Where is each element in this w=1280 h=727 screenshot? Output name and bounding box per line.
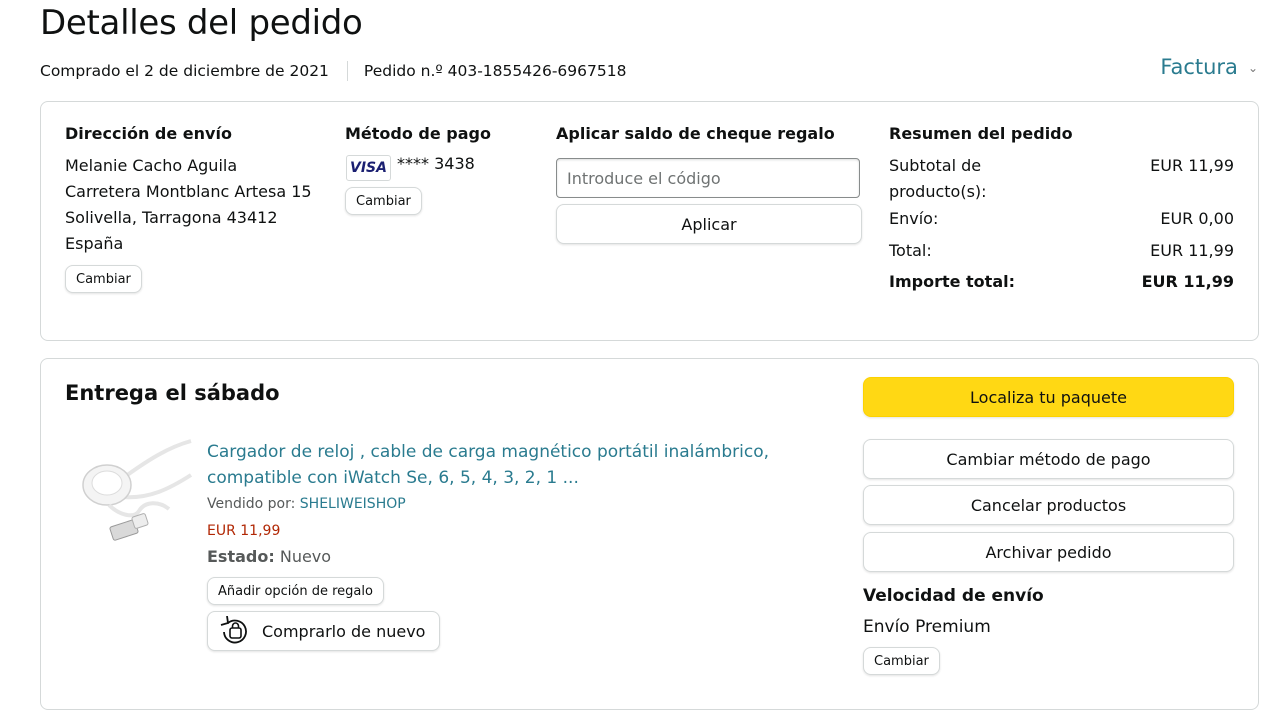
change-shipping-speed-button[interactable]: Cambiar [863, 647, 940, 675]
product-price: EUR 11,99 [207, 523, 281, 539]
purchase-date: Comprado el 2 de diciembre de 2021 [40, 62, 329, 80]
shipping-heading: Dirección de envío [65, 124, 232, 143]
archive-order-button[interactable]: Archivar pedido [863, 532, 1234, 572]
page-title: Detalles del pedido [40, 3, 363, 43]
shipping-cost-label: Envío: [889, 209, 939, 228]
summary-heading: Resumen del pedido [889, 124, 1073, 143]
change-payment-button[interactable]: Cambiar [345, 187, 422, 215]
payment-heading: Método de pago [345, 124, 491, 143]
invoice-dropdown[interactable]: Factura ⌄ [1160, 55, 1258, 79]
delivery-title: Entrega el sábado [65, 381, 280, 405]
summary-total-row: Total: EUR 11,99 [889, 238, 1234, 264]
shipping-cost-value: EUR 0,00 [1160, 209, 1234, 228]
subtotal-label: Subtotal de producto(s): [889, 156, 987, 201]
seller-link[interactable]: SHELIWEISHOP [300, 496, 406, 512]
grand-total-label: Importe total: [889, 272, 1015, 291]
summary-shipping-row: Envío: EUR 0,00 [889, 206, 1234, 232]
meta-divider [346, 61, 348, 81]
grand-total-value: EUR 11,99 [1141, 272, 1234, 291]
condition-label: Estado: [207, 547, 275, 566]
total-label: Total: [889, 241, 932, 260]
chevron-down-icon: ⌄ [1247, 61, 1258, 75]
invoice-label: Factura [1160, 55, 1238, 79]
seller-label: Vendido por: [207, 496, 296, 512]
change-payment-method-button[interactable]: Cambiar método de pago [863, 439, 1234, 479]
buy-again-label: Comprarlo de nuevo [262, 621, 426, 641]
seller-info: Vendido por: SHELIWEISHOP [207, 496, 406, 512]
condition-value: Nuevo [279, 547, 332, 566]
order-meta: Comprado el 2 de diciembre de 2021 Pedid… [40, 61, 626, 81]
order-number: Pedido n.º 403-1855426-6967518 [363, 62, 627, 80]
shipping-name: Melanie Cacho Aguila [65, 156, 238, 175]
summary-grand-total-row: Importe total: EUR 11,99 [889, 269, 1234, 295]
buy-again-button[interactable]: Comprarlo de nuevo [207, 611, 441, 651]
visa-card-icon: VISA [346, 155, 391, 181]
total-value: EUR 11,99 [1150, 241, 1234, 260]
product-condition: Estado: Nuevo [207, 547, 331, 566]
product-image[interactable] [79, 439, 197, 551]
delivery-box: Entrega el sábado Cargador de reloj , ca… [40, 358, 1259, 710]
summary-subtotal-row: Subtotal de producto(s): EUR 11,99 [889, 153, 1234, 205]
order-info-box: Dirección de envío Melanie Cacho Aguila … [40, 101, 1259, 341]
shipping-city: Solivella, Tarragona 43412 [65, 208, 278, 227]
product-title-link[interactable]: Cargador de reloj , cable de carga magné… [207, 439, 787, 491]
card-number: **** 3438 [397, 154, 475, 173]
gift-code-input[interactable] [556, 158, 860, 198]
gift-heading: Aplicar saldo de cheque regalo [556, 124, 835, 143]
change-address-button[interactable]: Cambiar [65, 265, 142, 293]
cancel-items-button[interactable]: Cancelar productos [863, 485, 1234, 525]
shipping-street: Carretera Montblanc Artesa 15 [65, 182, 312, 201]
shipping-speed-heading: Velocidad de envío [863, 586, 1044, 606]
shipping-country: España [65, 234, 124, 253]
add-gift-option-button[interactable]: Añadir opción de regalo [207, 577, 384, 605]
shipping-speed-value: Envío Premium [863, 617, 991, 637]
buy-again-icon [220, 616, 247, 644]
subtotal-value: EUR 11,99 [1150, 156, 1234, 175]
track-package-button[interactable]: Localiza tu paquete [863, 377, 1234, 417]
apply-gift-button[interactable]: Aplicar [556, 204, 862, 244]
